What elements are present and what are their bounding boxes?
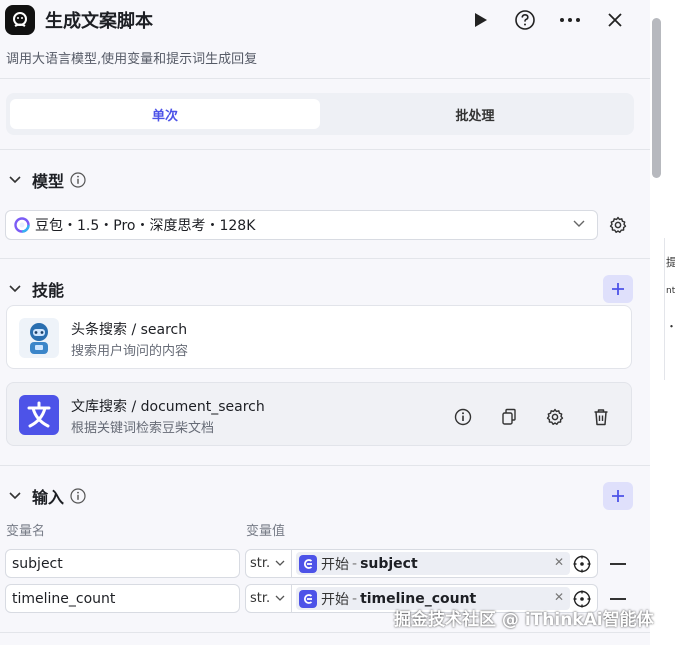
info-icon bbox=[454, 408, 472, 426]
copy-icon bbox=[502, 408, 516, 425]
skill-card-search[interactable]: 头条搜索 / search 搜索用户询问的内容 bbox=[6, 305, 632, 369]
skill-description: 搜索用户询问的内容 bbox=[71, 344, 189, 359]
play-icon bbox=[475, 13, 487, 27]
doubao-logo-icon bbox=[14, 217, 30, 233]
app-logo-icon bbox=[5, 5, 35, 35]
remove-row-button[interactable] bbox=[610, 598, 626, 600]
input-section-header[interactable]: 输入 bbox=[0, 466, 650, 526]
column-header-value: 变量值 bbox=[246, 524, 286, 539]
node-config-panel: 生成文案脚本 调用大语言模型,使用变量和提示词生成回复 单次 批处理 模型 豆包… bbox=[0, 0, 650, 645]
skill-copy-button[interactable] bbox=[497, 405, 521, 429]
input-section-title: 输入 bbox=[32, 488, 65, 507]
skill-name: 文库搜索 / document_search bbox=[71, 399, 265, 415]
gear-icon bbox=[609, 216, 627, 233]
variable-type-value: str. bbox=[250, 556, 271, 571]
more-button[interactable] bbox=[557, 8, 583, 32]
model-select[interactable]: 豆包・1.5・Pro・深度思考・128K bbox=[5, 210, 598, 240]
tab-single[interactable]: 单次 bbox=[10, 99, 320, 129]
model-settings-button[interactable] bbox=[607, 214, 629, 236]
background-node-fragment: 提 nt ・ bbox=[664, 238, 675, 380]
variable-name-input[interactable]: subject bbox=[5, 549, 240, 578]
panel-header: 生成文案脚本 bbox=[0, 0, 650, 40]
fragment-text: nt bbox=[666, 286, 675, 296]
help-icon bbox=[515, 10, 535, 30]
variable-picker-icon[interactable] bbox=[573, 555, 591, 573]
close-button[interactable] bbox=[602, 8, 628, 32]
document-icon bbox=[19, 395, 59, 435]
plus-icon bbox=[612, 490, 624, 502]
variable-type-value: str. bbox=[250, 591, 271, 606]
skill-delete-button[interactable] bbox=[589, 405, 613, 429]
chevron-down-icon bbox=[275, 560, 285, 566]
watermark: 掘金技术社区 @ iThinkAi智能体 bbox=[394, 610, 654, 630]
skill-description: 根据关键词检索豆柴文档 bbox=[71, 421, 215, 436]
divider bbox=[0, 632, 650, 633]
model-row: 豆包・1.5・Pro・深度思考・128K bbox=[0, 210, 650, 258]
variable-type-select[interactable]: str. bbox=[245, 584, 292, 613]
fragment-text: 提 bbox=[665, 254, 675, 270]
chip-node-name: 开始 bbox=[321, 556, 349, 573]
run-button[interactable] bbox=[468, 8, 494, 32]
close-icon bbox=[608, 13, 622, 27]
model-select-value: 豆包・1.5・Pro・深度思考・128K bbox=[35, 218, 256, 234]
chevron-down-icon[interactable] bbox=[8, 173, 22, 187]
variable-value-field[interactable]: 开始 - subject ✕ bbox=[291, 549, 598, 578]
info-icon[interactable] bbox=[70, 172, 86, 188]
node-description: 调用大语言模型,使用变量和提示词生成回复 bbox=[6, 52, 258, 67]
robot-icon bbox=[19, 318, 59, 358]
variable-reference-chip[interactable]: 开始 - subject ✕ bbox=[296, 552, 570, 575]
remove-reference-icon[interactable]: ✕ bbox=[554, 555, 564, 569]
chevron-down-icon[interactable] bbox=[8, 282, 22, 296]
remove-row-button[interactable] bbox=[610, 563, 626, 565]
start-node-icon bbox=[299, 554, 317, 573]
model-section-header[interactable]: 模型 bbox=[0, 150, 650, 210]
start-node-icon bbox=[299, 589, 317, 608]
more-icon bbox=[560, 18, 580, 22]
add-input-button[interactable] bbox=[603, 482, 633, 510]
column-header-name: 变量名 bbox=[6, 524, 46, 539]
fragment-text: ・ bbox=[665, 318, 675, 334]
plus-icon bbox=[612, 283, 624, 295]
variable-type-select[interactable]: str. bbox=[245, 549, 292, 578]
chip-separator: - bbox=[352, 555, 358, 572]
chip-variable-name: subject bbox=[360, 555, 418, 572]
page-title: 生成文案脚本 bbox=[45, 11, 153, 32]
add-skill-button[interactable] bbox=[603, 275, 633, 303]
vertical-scrollbar[interactable] bbox=[652, 18, 661, 178]
skill-name: 头条搜索 / search bbox=[71, 322, 188, 338]
remove-reference-icon[interactable]: ✕ bbox=[554, 590, 564, 604]
run-mode-tabs: 单次 批处理 bbox=[6, 93, 634, 135]
chevron-down-icon[interactable] bbox=[8, 489, 22, 503]
model-section-title: 模型 bbox=[32, 172, 65, 191]
trash-icon bbox=[594, 409, 608, 426]
chevron-down-icon bbox=[275, 595, 285, 601]
skill-settings-button[interactable] bbox=[543, 405, 567, 429]
skill-card-document-search[interactable]: 文库搜索 / document_search 根据关键词检索豆柴文档 bbox=[6, 382, 632, 446]
skill-actions bbox=[451, 405, 613, 429]
help-button[interactable] bbox=[512, 8, 538, 32]
skill-info-button[interactable] bbox=[451, 405, 475, 429]
chip-separator: - bbox=[352, 590, 358, 607]
gear-icon bbox=[546, 408, 564, 425]
tab-batch[interactable]: 批处理 bbox=[320, 99, 630, 129]
chevron-down-icon bbox=[573, 220, 585, 227]
chip-node-name: 开始 bbox=[321, 591, 349, 608]
info-icon[interactable] bbox=[70, 488, 86, 504]
divider bbox=[0, 78, 650, 79]
skills-section-title: 技能 bbox=[32, 281, 65, 300]
variable-name-input[interactable]: timeline_count bbox=[5, 584, 240, 613]
